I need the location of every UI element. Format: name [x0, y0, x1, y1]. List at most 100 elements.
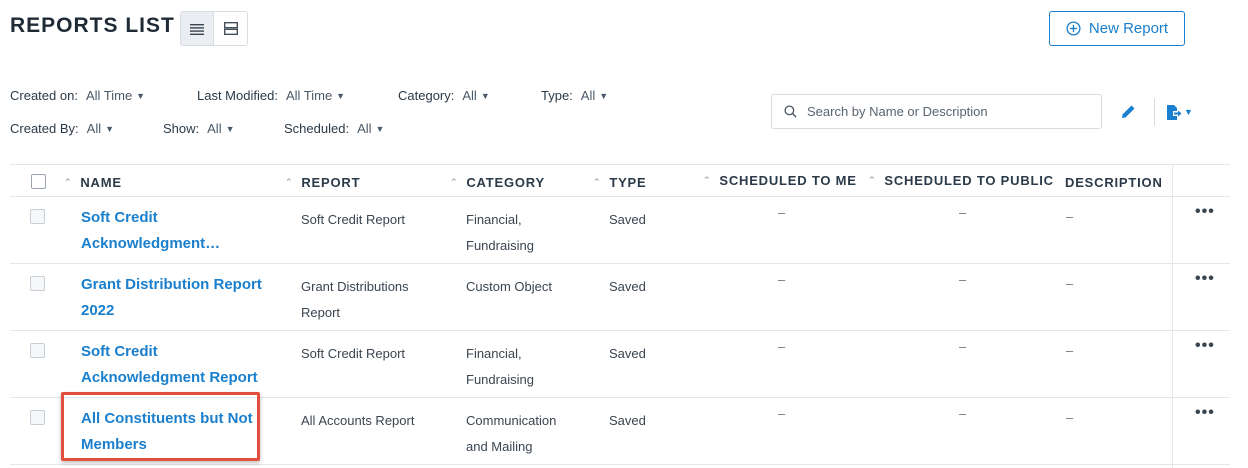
filter-value: All — [207, 121, 222, 136]
column-header-type[interactable]: ⌃ TYPE — [593, 175, 647, 190]
filter-label: Created By: — [10, 121, 79, 136]
highlight-box — [61, 392, 260, 461]
filter-value: All Time — [285, 88, 333, 103]
filter-value: All Time — [85, 88, 133, 103]
page-title: REPORTS LIST — [10, 14, 175, 37]
filter-value: All — [462, 88, 477, 103]
search-box — [771, 94, 1102, 129]
filter-value: All — [580, 88, 596, 103]
scheduled-to-me-cell: – — [778, 205, 786, 220]
caret-down-icon: ▼ — [136, 90, 146, 101]
description-cell: – — [1066, 276, 1074, 291]
report-cell: Soft Credit Report — [301, 212, 406, 227]
toolbar-divider — [1154, 98, 1155, 126]
row-menu-button[interactable]: ••• — [1195, 404, 1215, 422]
export-button[interactable]: ▼ — [1166, 101, 1193, 123]
card-view-button[interactable] — [214, 11, 248, 46]
description-cell: – — [1066, 209, 1074, 224]
filter-value: All — [357, 121, 372, 136]
search-icon — [784, 105, 797, 118]
type-cell: Saved — [609, 279, 646, 294]
caret-down-icon: ▼ — [1184, 107, 1193, 117]
report-cell: Soft Credit Report — [301, 346, 406, 361]
row-menu-button[interactable]: ••• — [1195, 203, 1215, 221]
column-header-category[interactable]: ⌃ CATEGORY — [450, 175, 545, 190]
scheduled-to-me-cell: – — [778, 272, 786, 287]
card-view-icon — [223, 22, 238, 35]
report-name-link[interactable]: Soft Credit Acknowledgment… — [81, 205, 266, 257]
filter-scheduled[interactable]: Scheduled: All ▼ — [284, 121, 384, 136]
scheduled-to-public-cell: – — [959, 205, 967, 220]
type-cell: Saved — [609, 212, 646, 227]
filter-label: Created on: — [10, 88, 78, 103]
filter-category[interactable]: Category: All ▼ — [398, 88, 490, 103]
view-toggle — [180, 11, 248, 46]
row-checkbox[interactable] — [30, 410, 45, 425]
column-header-report[interactable]: ⌃ REPORT — [285, 175, 360, 190]
row-checkbox[interactable] — [30, 209, 45, 224]
filter-show[interactable]: Show: All ▼ — [163, 121, 235, 136]
new-report-button[interactable]: New Report — [1049, 11, 1185, 46]
export-icon — [1167, 104, 1182, 120]
sort-icon: ⌃ — [703, 175, 712, 185]
edit-button[interactable] — [1117, 101, 1139, 123]
table-row: Soft Credit Acknowledgment Report Soft C… — [10, 331, 1230, 398]
column-header-description: DESCRIPTION — [1065, 175, 1163, 190]
category-cell: Communication and Mailing — [466, 413, 557, 454]
row-menu-button[interactable]: ••• — [1195, 337, 1215, 355]
filter-created-on[interactable]: Created on: All Time ▼ — [10, 88, 145, 103]
caret-down-icon: ▼ — [336, 90, 346, 101]
filter-label: Scheduled: — [284, 121, 350, 136]
row-checkbox[interactable] — [30, 343, 45, 358]
scheduled-to-public-cell: – — [959, 272, 967, 287]
column-header-scheduled-to-me[interactable]: ⌃ SCHEDULED TO ME — [703, 173, 857, 188]
sort-icon: ⌃ — [868, 175, 877, 185]
description-cell: – — [1066, 410, 1074, 425]
scheduled-to-me-cell: – — [778, 339, 786, 354]
filter-label: Category: — [398, 88, 455, 103]
pencil-icon — [1122, 105, 1135, 118]
filter-value: All — [86, 121, 102, 136]
plus-circle-icon — [1066, 21, 1081, 36]
filter-label: Last Modified: — [197, 88, 278, 103]
category-cell: Financial, Fundraising — [466, 346, 534, 387]
scheduled-to-public-cell: – — [959, 339, 967, 354]
filter-label: Show: — [163, 121, 200, 136]
table-row: Grant Distribution Report 2022 Grant Dis… — [10, 264, 1230, 331]
filter-type[interactable]: Type: All ▼ — [541, 88, 608, 103]
sort-icon: ⌃ — [64, 177, 73, 187]
scheduled-to-public-cell: – — [959, 406, 967, 421]
type-cell: Saved — [609, 346, 646, 361]
filter-last-modified[interactable]: Last Modified: All Time ▼ — [197, 88, 345, 103]
search-input[interactable] — [807, 104, 1087, 119]
scheduled-to-me-cell: – — [778, 406, 786, 421]
caret-down-icon: ▼ — [105, 123, 115, 134]
column-header-scheduled-to-public[interactable]: ⌃ SCHEDULED TO PUBLIC — [868, 173, 1054, 188]
sort-icon: ⌃ — [285, 177, 294, 187]
caret-down-icon: ▼ — [599, 90, 609, 101]
report-cell: Grant Distributions Report — [301, 279, 409, 320]
description-cell: – — [1066, 343, 1074, 358]
row-menu-button[interactable]: ••• — [1195, 270, 1215, 288]
filter-created-by[interactable]: Created By: All ▼ — [10, 121, 114, 136]
column-header-name[interactable]: ⌃ NAME — [64, 175, 122, 190]
report-cell: All Accounts Report — [301, 413, 415, 428]
type-cell: Saved — [609, 413, 646, 428]
category-cell: Financial, Fundraising — [466, 212, 534, 253]
new-report-label: New Report — [1088, 20, 1169, 37]
category-cell: Custom Object — [466, 279, 552, 294]
sticky-column-divider — [1172, 164, 1173, 468]
list-view-button[interactable] — [180, 11, 214, 46]
row-checkbox[interactable] — [30, 276, 45, 291]
list-view-icon — [190, 23, 204, 35]
sort-icon: ⌃ — [450, 177, 459, 187]
report-name-link[interactable]: Soft Credit Acknowledgment Report — [81, 339, 266, 391]
report-name-link[interactable]: Grant Distribution Report 2022 — [81, 272, 266, 324]
caret-down-icon: ▼ — [375, 123, 385, 134]
table-row: Soft Credit Acknowledgment… Soft Credit … — [10, 197, 1230, 264]
select-all-checkbox[interactable] — [31, 174, 46, 189]
caret-down-icon: ▼ — [480, 90, 490, 101]
caret-down-icon: ▼ — [225, 123, 235, 134]
table-header: ⌃ NAME ⌃ REPORT ⌃ CATEGORY ⌃ TYPE ⌃ SCHEDULED… — [10, 164, 1230, 197]
filter-label: Type: — [541, 88, 573, 103]
